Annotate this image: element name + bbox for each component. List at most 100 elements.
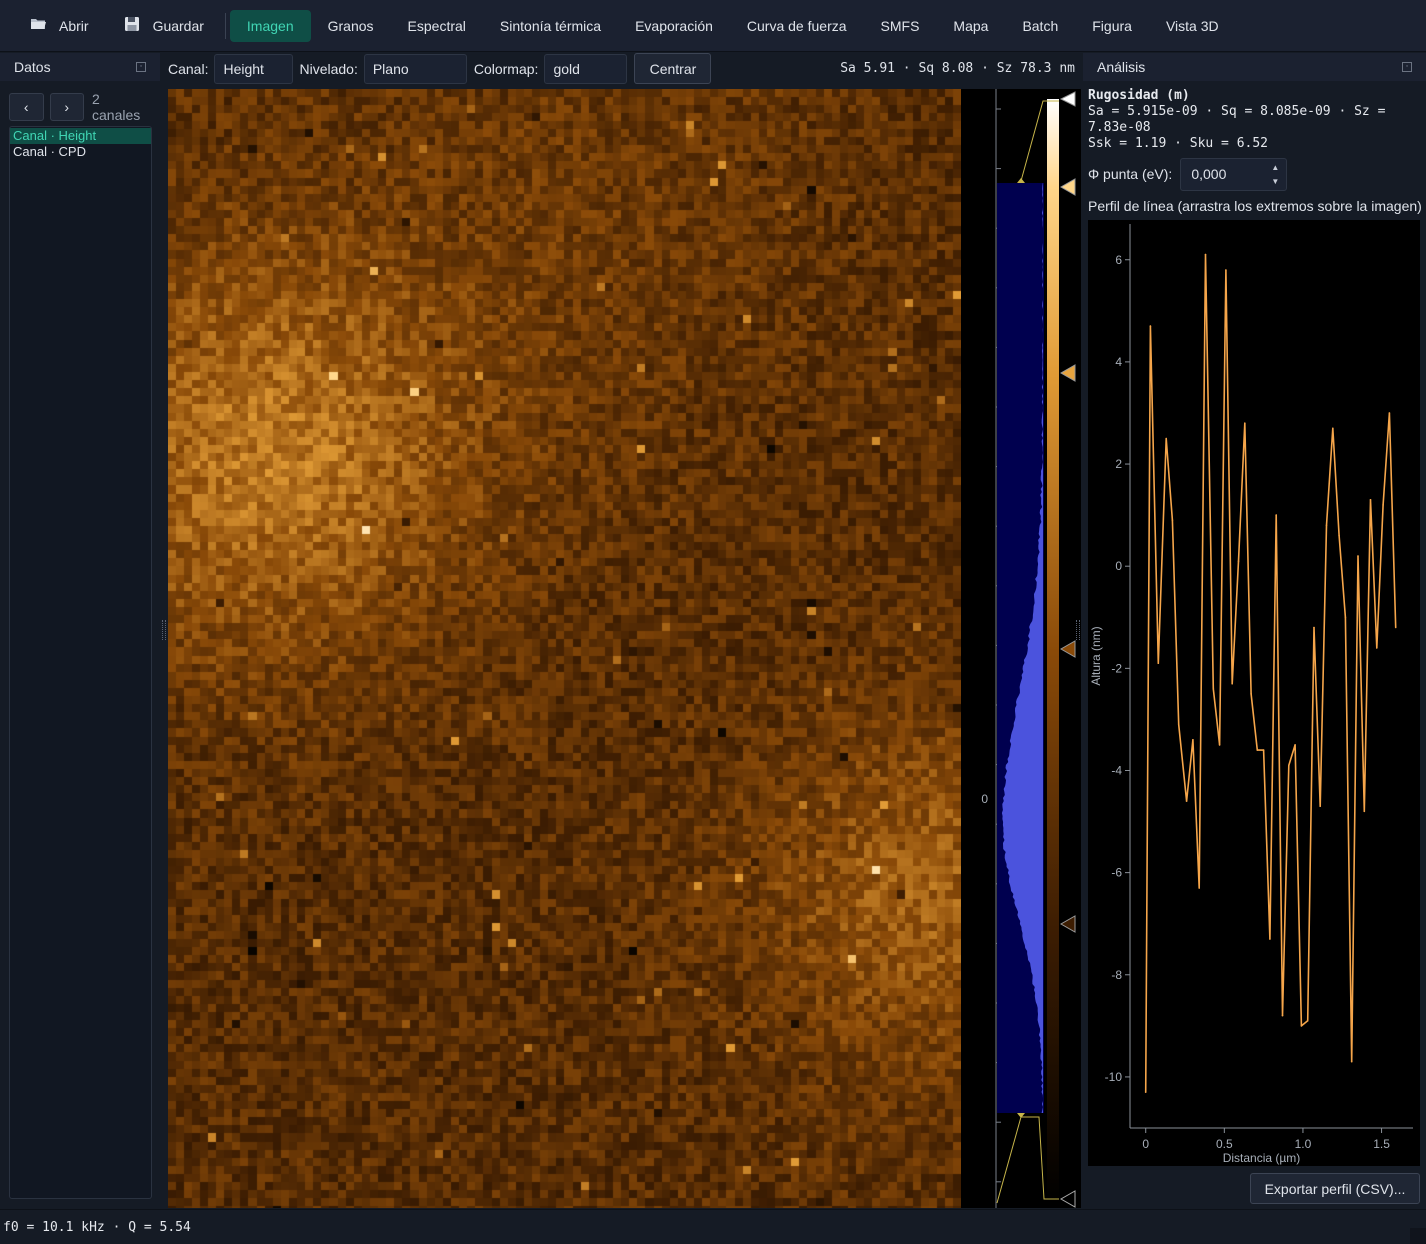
gradient-stop-handle-icon[interactable]: [1059, 91, 1076, 107]
colormap-select[interactable]: gold: [544, 53, 628, 84]
y-tick-label: 4: [1115, 355, 1122, 369]
data-dock-title: Datos: [14, 59, 51, 75]
histogram-colorbar-panel[interactable]: 0: [961, 89, 1081, 1208]
folder-icon: [29, 17, 47, 35]
spin-down-icon[interactable]: ▼: [1268, 175, 1282, 188]
profile-data-point: [1144, 1091, 1147, 1093]
toolbar-separator: [224, 12, 226, 39]
list-item-channel-cpd[interactable]: Canal · CPD: [10, 144, 151, 160]
gradient-stop-handle-icon[interactable]: [1059, 640, 1076, 658]
profile-data-point: [1394, 626, 1397, 629]
profile-data-point: [1149, 325, 1152, 327]
gradient-stop-handle-icon[interactable]: [1059, 915, 1076, 933]
x-tick-label: 0: [1142, 1137, 1149, 1151]
tip-work-function-value: 0,000: [1191, 166, 1227, 182]
line-profile-plot[interactable]: 6 4 2 0 -2 -4 -6 -8 -10 0 0.5 1.0 1.5 Distancia (µm) A…: [1088, 220, 1420, 1166]
profile-data-point: [1204, 253, 1207, 256]
tab-curva-de-fuerza[interactable]: Curva de fuerza: [730, 10, 864, 42]
channel-nav: ‹ › 2 canales: [0, 81, 160, 129]
profile-data-point: [1363, 810, 1366, 813]
tab-sintonia-termica[interactable]: Sintonía térmica: [483, 10, 618, 42]
analysis-dock-header: Análisis ▫: [1083, 53, 1426, 81]
height-map-image[interactable]: [168, 89, 961, 1208]
tab-espectral[interactable]: Espectral: [391, 10, 483, 42]
gradient-stop-handle-icon[interactable]: [1059, 178, 1076, 196]
level-max-marker-icon[interactable]: [1017, 178, 1025, 183]
image-toolbar: Canal: Height Nivelado: Plano Colormap: …: [163, 53, 1081, 84]
gradient-stop-handle-icon[interactable]: [1059, 1190, 1076, 1208]
y-tick-label: -2: [1111, 661, 1122, 675]
y-tick-label: 2: [1115, 457, 1122, 471]
profile-data-point: [1177, 723, 1180, 726]
afm-image-view[interactable]: [168, 89, 961, 1208]
tip-work-function-spinbox[interactable]: 0,000 ▲ ▼: [1180, 157, 1288, 191]
channel-label: Canal:: [168, 60, 209, 77]
next-channel-button[interactable]: ›: [49, 93, 84, 121]
x-tick-label: 0.5: [1216, 1137, 1233, 1151]
profile-data-point: [1369, 499, 1372, 501]
profile-data-point: [1185, 800, 1188, 802]
tab-smfs[interactable]: SMFS: [864, 10, 937, 42]
list-item-channel-height[interactable]: Canal · Height: [10, 128, 151, 144]
profile-data-point: [1313, 626, 1315, 629]
tab-figura[interactable]: Figura: [1075, 10, 1149, 42]
profile-data-point: [1388, 412, 1391, 414]
gradient-stop-handle-icon[interactable]: [1059, 364, 1076, 382]
profile-data-point: [1281, 1014, 1284, 1017]
floppy-disk-icon: [123, 16, 141, 36]
undock-icon[interactable]: ▫: [136, 62, 146, 72]
y-tick-label: -10: [1105, 1070, 1123, 1084]
profile-data-point: [1218, 744, 1221, 746]
profile-data-point: [1250, 693, 1252, 695]
tab-mapa[interactable]: Mapa: [936, 10, 1005, 42]
undock-icon[interactable]: ▫: [1402, 62, 1412, 72]
save-button[interactable]: Guardar: [106, 10, 221, 42]
tab-batch[interactable]: Batch: [1005, 10, 1075, 42]
profile-data-point: [1237, 560, 1240, 562]
y-axis-label: Altura (nm): [1089, 626, 1103, 685]
profile-data-point: [1382, 504, 1384, 506]
profile-data-point: [1350, 1060, 1353, 1063]
y-tick-label: -4: [1111, 763, 1122, 777]
profile-data-point: [1319, 805, 1321, 807]
center-button[interactable]: Centrar: [634, 53, 712, 84]
leveling-select[interactable]: Plano: [363, 53, 467, 84]
profile-data-point: [1325, 524, 1328, 527]
histogram-zero-label: 0: [981, 792, 988, 806]
spin-up-icon[interactable]: ▲: [1268, 161, 1282, 174]
profile-data-point: [1376, 647, 1378, 649]
profile-data-point: [1288, 764, 1290, 767]
profile-data-point: [1192, 739, 1194, 741]
channel-list[interactable]: Canal · Height Canal · CPD: [9, 126, 152, 1199]
profile-data-point: [1198, 887, 1200, 889]
right-splitter-handle[interactable]: [1076, 620, 1080, 640]
tab-vista-3d[interactable]: Vista 3D: [1149, 10, 1236, 42]
status-bar: f0 = 10.1 kHz · Q = 5.54: [0, 1209, 1426, 1244]
y-tick-label: 0: [1115, 559, 1122, 573]
y-tick-label: 6: [1115, 253, 1122, 267]
tab-imagen[interactable]: Imagen: [229, 9, 311, 42]
tab-granos[interactable]: Granos: [311, 10, 391, 42]
profile-data-point: [1332, 427, 1334, 430]
colormap-label: Colormap:: [473, 60, 539, 77]
profile-data-point: [1244, 422, 1246, 424]
size-grip[interactable]: [1410, 1228, 1426, 1244]
export-profile-csv-button[interactable]: Exportar perfil (CSV)...: [1250, 1173, 1420, 1204]
channel-select[interactable]: Height: [214, 53, 294, 84]
leveling-label: Nivelado:: [299, 60, 358, 77]
prev-channel-button[interactable]: ‹: [9, 93, 44, 121]
channel-count: 2 canales: [92, 91, 141, 123]
x-tick-label: 1.0: [1295, 1137, 1312, 1151]
tab-evaporacion[interactable]: Evaporación: [618, 10, 730, 42]
x-tick-label: 1.5: [1373, 1137, 1390, 1151]
profile-data-point: [1256, 749, 1259, 751]
profile-data-point: [1262, 749, 1265, 751]
open-button[interactable]: Abrir: [12, 10, 106, 42]
profile-data-point: [1306, 1019, 1309, 1022]
save-label: Guardar: [152, 17, 204, 34]
profile-data-point: [1357, 555, 1359, 557]
left-splitter-handle[interactable]: [162, 620, 166, 640]
profile-data-point: [1300, 1025, 1303, 1027]
roughness-title: Rugosidad (m): [1088, 88, 1190, 103]
colorbar-gradient: [1047, 99, 1059, 1204]
